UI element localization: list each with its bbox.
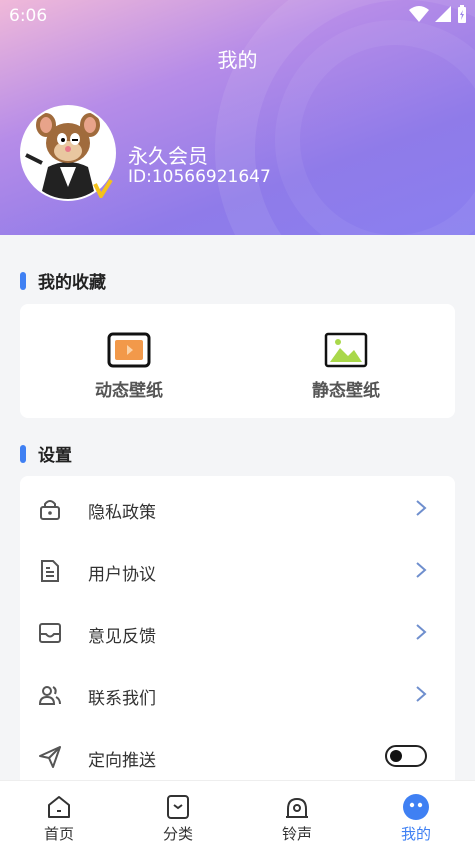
setting-label: 用户协议 [88, 565, 156, 585]
static-wallpaper-label: 静态壁纸 [312, 381, 380, 401]
favorites-card: 动态壁纸 静态壁纸 [20, 304, 455, 418]
status-icons [409, 5, 467, 23]
status-bar: 6:06 [0, 0, 475, 32]
tab-category[interactable]: 分类 [138, 793, 218, 844]
wifi-icon [409, 6, 429, 22]
chevron-right-icon [416, 562, 427, 578]
profile-header: 6:06 我的 永久会员 ID:10566921647 [0, 0, 475, 235]
tab-label: 首页 [43, 825, 74, 843]
setting-feedback[interactable]: 意见反馈 [20, 601, 455, 663]
settings-section-title: 设置 [20, 441, 72, 466]
setting-contact-us[interactable]: 联系我们 [20, 663, 455, 725]
tab-label: 分类 [162, 825, 193, 843]
inbox-icon [39, 623, 61, 643]
page-title: 我的 [217, 48, 258, 72]
targeted-push-toggle[interactable] [385, 745, 427, 767]
document-icon [41, 560, 59, 582]
user-id: ID:10566921647 [128, 167, 271, 187]
category-icon [167, 795, 189, 819]
setting-label: 隐私政策 [88, 503, 156, 523]
user-name: 永久会员 [128, 144, 208, 168]
settings-title: 设置 [38, 446, 72, 466]
section-marker [20, 444, 26, 463]
signal-icon [435, 6, 451, 22]
static-wallpaper-button[interactable]: 静态壁纸 [286, 332, 406, 401]
section-marker [20, 271, 26, 290]
battery-icon [458, 5, 466, 23]
image-wallpaper-icon [324, 332, 368, 368]
setting-label: 定向推送 [88, 751, 156, 771]
setting-targeted-push: 定向推送 [20, 725, 455, 787]
lock-icon [40, 500, 60, 520]
tab-label: 我的 [400, 825, 431, 843]
live-wallpaper-label: 动态壁纸 [95, 381, 163, 401]
favorites-title: 我的收藏 [38, 273, 106, 293]
setting-label: 意见反馈 [88, 627, 156, 647]
toggle-knob [390, 750, 402, 762]
setting-privacy-policy[interactable]: 隐私政策 [20, 477, 455, 539]
vip-badge-icon [93, 178, 113, 198]
tab-home[interactable]: 首页 [19, 793, 99, 844]
favorites-section-title: 我的收藏 [20, 268, 106, 293]
status-time: 6:06 [9, 6, 48, 26]
tab-ringtone[interactable]: 铃声 [257, 793, 337, 844]
chevron-right-icon [416, 624, 427, 640]
contacts-icon [38, 686, 61, 705]
video-wallpaper-icon [107, 332, 151, 368]
home-icon [48, 796, 70, 818]
bottom-tab-bar: 首页 分类 铃声 我的 [0, 780, 475, 846]
tab-label: 铃声 [281, 825, 312, 843]
chevron-right-icon [416, 686, 427, 702]
profile-icon [403, 794, 429, 820]
settings-card: 隐私政策 用户协议 意见反馈 联系我们 定向推送 [20, 476, 455, 786]
tab-profile[interactable]: 我的 [376, 793, 456, 844]
send-icon [39, 746, 61, 768]
setting-user-agreement[interactable]: 用户协议 [20, 539, 455, 601]
live-wallpaper-button[interactable]: 动态壁纸 [69, 332, 189, 401]
ringtone-icon [286, 797, 308, 818]
chevron-right-icon [416, 500, 427, 516]
setting-label: 联系我们 [88, 689, 156, 709]
